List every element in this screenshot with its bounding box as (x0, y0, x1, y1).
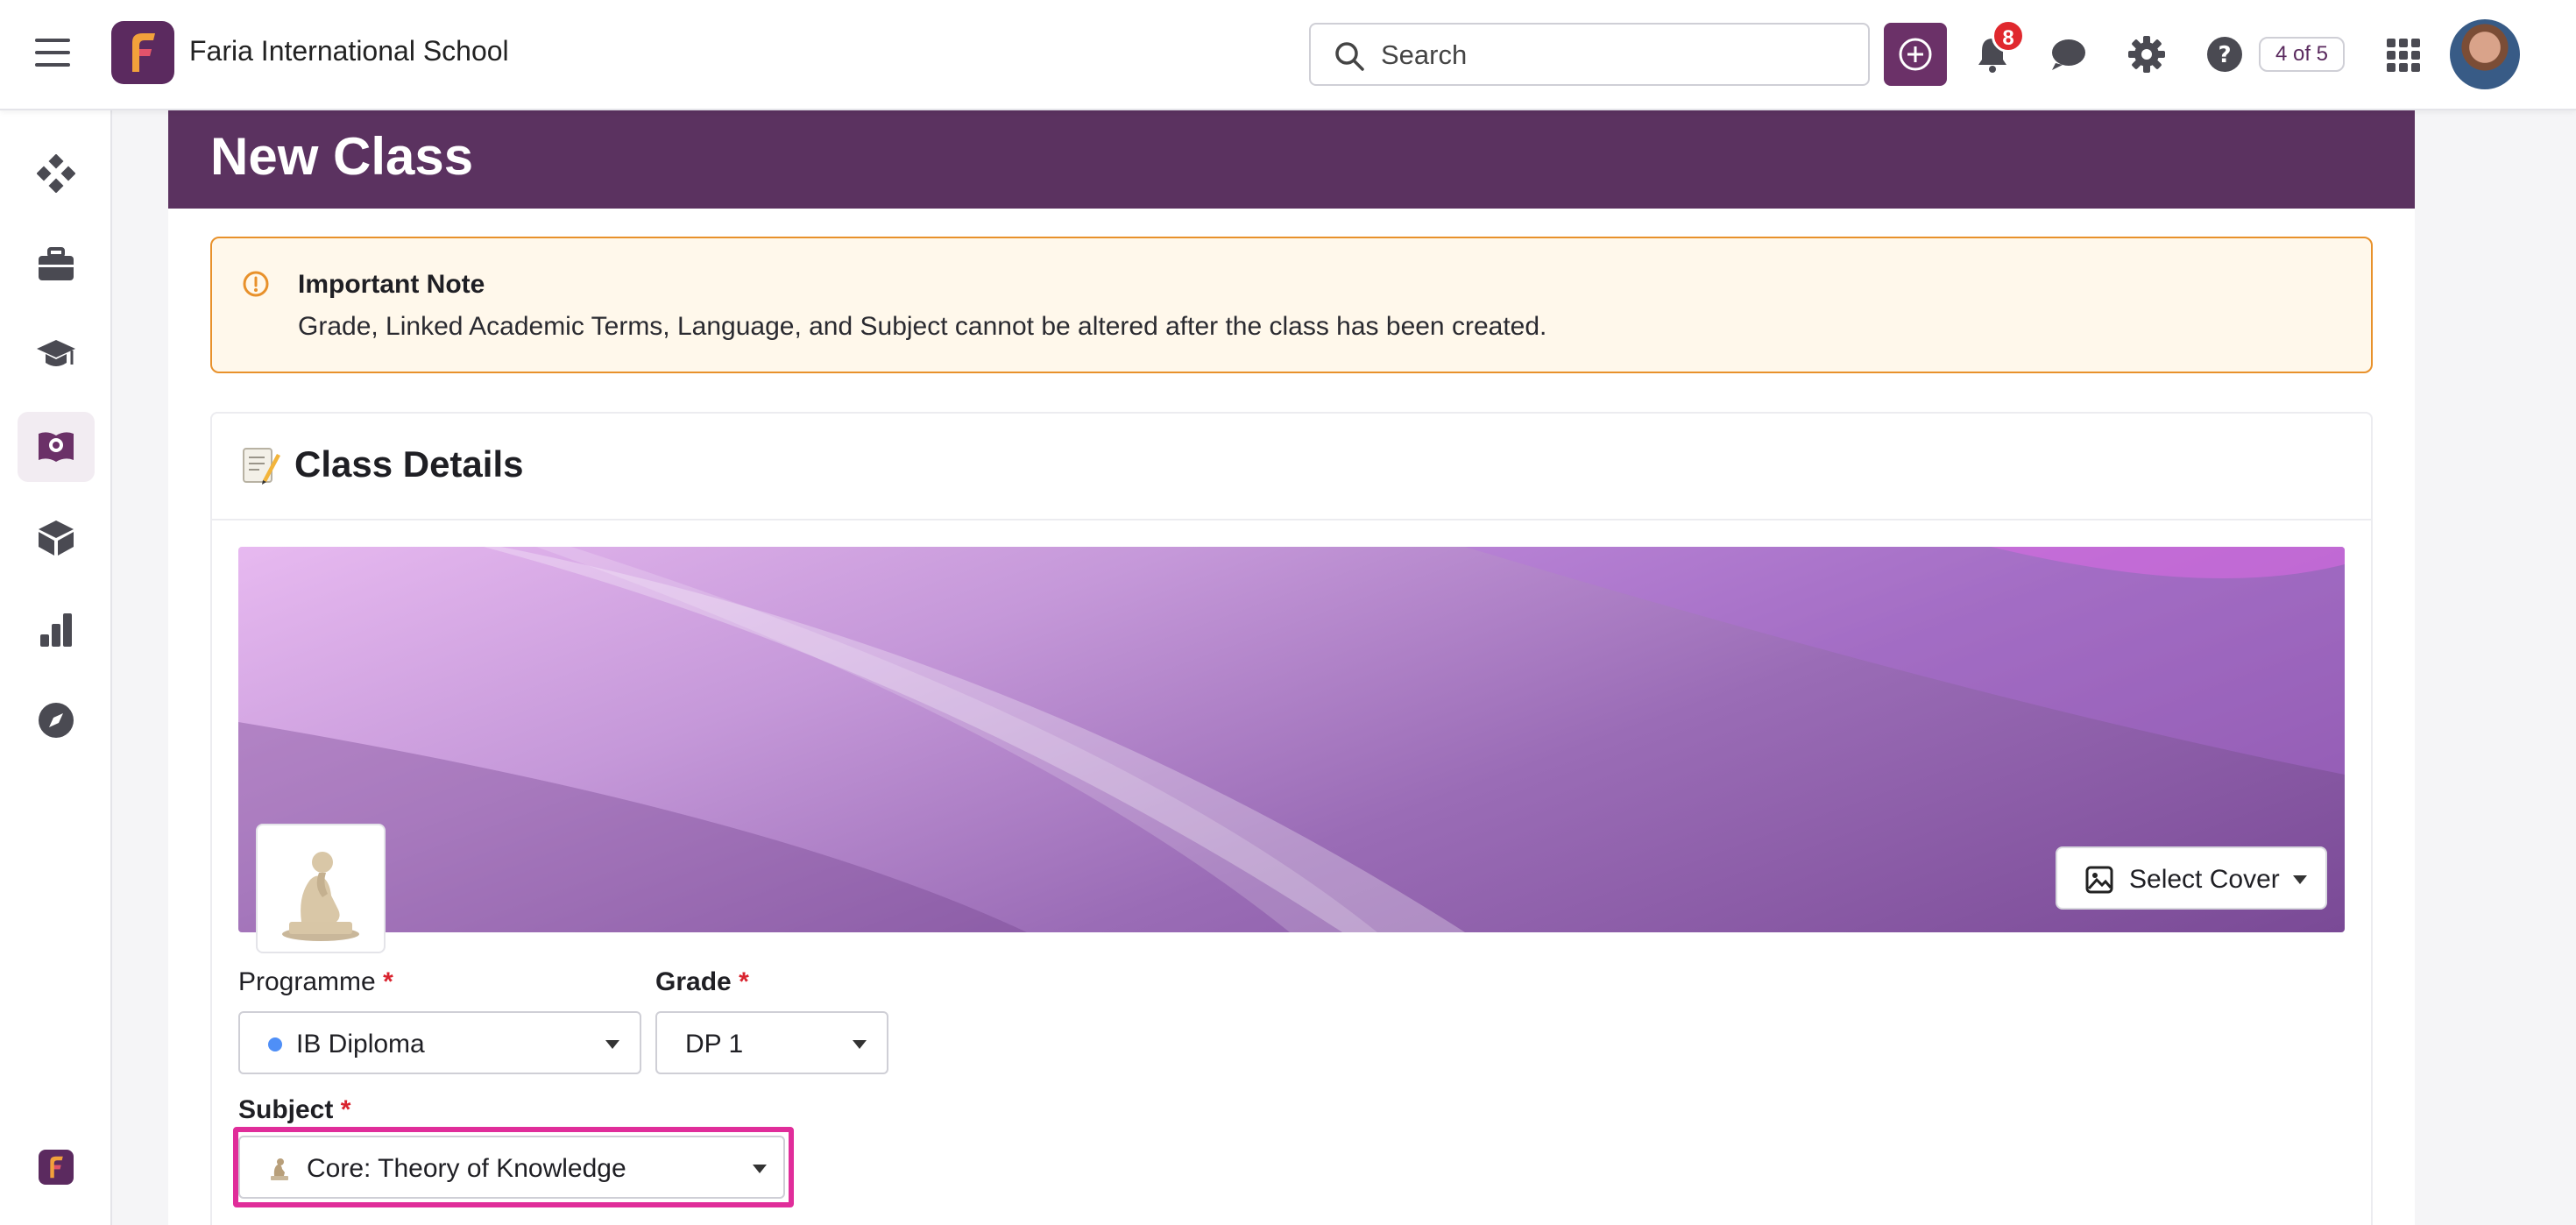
school-name[interactable]: Faria International School (189, 35, 509, 67)
search-icon (1335, 42, 1364, 71)
sidebar-item-classes[interactable] (18, 412, 95, 482)
card-header: Class Details (212, 414, 2371, 520)
subject-thumbnail (256, 824, 386, 953)
important-note: Important Note Grade, Linked Academic Te… (210, 237, 2373, 373)
search-input[interactable] (1381, 33, 1854, 77)
memo-icon (243, 448, 280, 485)
svg-text:?: ? (2218, 42, 2231, 68)
apps-grid-icon[interactable] (2387, 39, 2420, 72)
chevron-down-icon (853, 1040, 867, 1049)
programme-value: IB Diploma (296, 1030, 425, 1059)
top-bar: Faria International School 8 (0, 0, 2576, 110)
image-icon (2085, 866, 2113, 894)
sidebar-item-graduation[interactable] (18, 321, 95, 391)
sidebar-item-briefcase[interactable] (18, 230, 95, 300)
select-cover-button[interactable]: Select Cover (2056, 846, 2327, 910)
subject-value: Core: Theory of Knowledge (307, 1154, 626, 1183)
gear-icon[interactable] (2127, 35, 2166, 74)
briefcase-icon (39, 247, 74, 280)
grade-value: DP 1 (685, 1030, 744, 1059)
user-avatar[interactable] (2450, 19, 2520, 89)
alert-circle-icon (243, 271, 269, 297)
dashboard-diamond-icon (37, 154, 75, 193)
thinker-mini-icon (271, 1158, 288, 1180)
menu-icon[interactable] (35, 39, 70, 70)
class-details-card: Class Details (210, 412, 2373, 1225)
add-button[interactable] (1884, 23, 1947, 86)
faria-small-logo-icon[interactable] (39, 1150, 74, 1185)
chevron-down-icon (753, 1165, 767, 1173)
chat-bubble-icon[interactable] (2050, 37, 2087, 72)
chevron-down-icon (2293, 875, 2307, 884)
bar-chart-icon (40, 613, 72, 647)
note-text: Grade, Linked Academic Terms, Language, … (298, 312, 1547, 341)
grade-label: Grade * (655, 967, 749, 996)
pager-badge[interactable]: 4 of 5 (2259, 37, 2345, 72)
programme-color-dot (268, 1037, 282, 1052)
help-icon[interactable]: ? (2206, 36, 2243, 73)
select-cover-label: Select Cover (2129, 865, 2280, 894)
page-title: New Class (210, 127, 474, 186)
subject-select[interactable]: Core: Theory of Knowledge (238, 1136, 785, 1199)
chevron-down-icon (605, 1040, 619, 1049)
notification-badge: 8 (1992, 19, 2025, 53)
cover-image (238, 547, 2345, 932)
programme-label: Programme * (238, 967, 393, 996)
note-title: Important Note (298, 270, 485, 299)
graduation-cap-icon (37, 340, 75, 366)
faria-logo-icon[interactable] (111, 21, 174, 84)
sidebar-item-dashboard[interactable] (18, 138, 95, 209)
card-title: Class Details (294, 443, 524, 485)
subject-label: Subject * (238, 1095, 351, 1124)
page-header: New Class (168, 110, 2415, 209)
sidebar (0, 110, 112, 1225)
sidebar-item-reports[interactable] (18, 594, 95, 664)
thinker-statue-icon (282, 852, 359, 941)
book-icon (39, 432, 74, 462)
sidebar-item-units[interactable] (18, 503, 95, 573)
grade-select[interactable]: DP 1 (655, 1011, 888, 1074)
search-box[interactable] (1309, 23, 1870, 86)
programme-select[interactable]: IB Diploma (238, 1011, 641, 1074)
sidebar-item-explore[interactable] (18, 685, 95, 755)
cube-icon (39, 520, 74, 556)
compass-icon (39, 703, 74, 738)
plus-circle-icon (1899, 38, 1932, 71)
